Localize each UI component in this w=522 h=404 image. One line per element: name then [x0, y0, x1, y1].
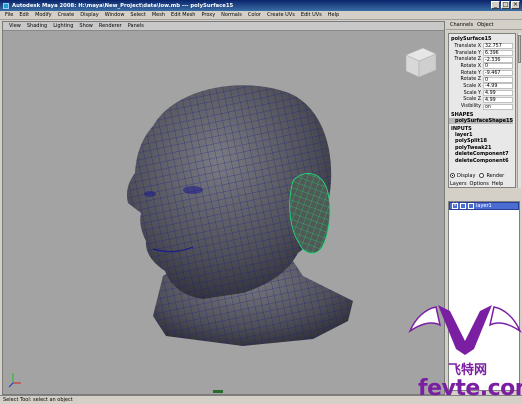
attr-row[interactable]: Translate Z -2.336: [449, 56, 515, 63]
attr-name: Rotate X: [460, 63, 481, 69]
main-menubar: File Edit Modify Create Display Window S…: [0, 11, 522, 20]
menu-normals[interactable]: Normals: [218, 12, 245, 18]
viewport-canvas[interactable]: [3, 31, 444, 395]
menu-file[interactable]: File: [2, 12, 16, 18]
menu-window[interactable]: Window: [102, 12, 128, 18]
view-cube-icon[interactable]: [405, 47, 437, 78]
attr-row[interactable]: Rotate X0: [449, 63, 515, 70]
tab-object[interactable]: Object: [475, 22, 495, 28]
watermark-logo: 飞特网 fevte.com: [408, 297, 522, 404]
menu-options[interactable]: Options: [470, 181, 489, 187]
shapes-heading: SHAPES: [451, 111, 474, 118]
scrollbar-thumb[interactable]: [518, 35, 521, 63]
perspective-viewport[interactable]: View Shading Lighting Show Renderer Pane…: [2, 21, 445, 395]
display-radio[interactable]: Display: [450, 173, 475, 179]
menu-create[interactable]: Create: [55, 12, 78, 18]
watermark-en-text: fevte.com: [418, 376, 522, 401]
attr-value[interactable]: 0: [483, 76, 513, 83]
attr-name: Visibility: [460, 104, 481, 110]
input-node[interactable]: deleteComponent6: [449, 158, 515, 165]
layer-color-swatch[interactable]: [468, 203, 474, 209]
attr-row[interactable]: Scale Y 4.99: [449, 90, 515, 97]
attr-row[interactable]: Visibility on: [449, 103, 515, 110]
status-text: Select Tool: select an object: [3, 397, 73, 403]
attr-value[interactable]: 0: [483, 63, 513, 70]
render-radio[interactable]: Render: [479, 173, 504, 179]
vp-menu-renderer[interactable]: Renderer: [96, 23, 125, 29]
menu-create-uvs[interactable]: Create UVs: [264, 12, 298, 18]
layer-name[interactable]: layer1: [476, 203, 492, 209]
radio-off-icon: [479, 173, 485, 178]
attr-row[interactable]: Rotate Y -9.467: [449, 70, 515, 77]
attr-value[interactable]: 4.99: [483, 96, 513, 103]
shape-node[interactable]: polySurfaceShape15: [449, 117, 513, 124]
layer-editor-menu: Layers Options Help: [448, 180, 520, 188]
display-radio-label: Display: [457, 172, 476, 179]
menu-edit[interactable]: Edit: [16, 12, 32, 18]
layer-row[interactable]: V layer1: [449, 202, 519, 210]
attr-row[interactable]: Translate Y 6.396: [449, 50, 515, 57]
viewport-menubar: View Shading Lighting Show Renderer Pane…: [3, 22, 444, 31]
maximize-button[interactable]: □: [501, 1, 510, 9]
attr-name: Scale X: [463, 83, 481, 89]
vp-menu-panels[interactable]: Panels: [125, 23, 147, 29]
layer-type-toggle[interactable]: [460, 203, 466, 209]
window-title: Autodesk Maya 2008: H:\maya\New_Project\…: [12, 2, 234, 9]
attr-name: Rotate Y: [460, 70, 481, 76]
channel-box-menu: Channels Object: [446, 21, 522, 30]
attr-value[interactable]: 4.99: [483, 90, 513, 97]
attr-row[interactable]: Translate X 32.757: [449, 43, 515, 50]
vp-menu-view[interactable]: View: [6, 23, 24, 29]
window-controls: _ □ ×: [491, 1, 520, 9]
inputs-heading: INPUTS: [451, 125, 472, 132]
menu-color[interactable]: Color: [245, 12, 264, 18]
channel-box-scrollbar[interactable]: [517, 33, 521, 188]
vp-menu-lighting[interactable]: Lighting: [50, 23, 76, 29]
channel-box: polySurface15 Translate X 32.757 Translat…: [448, 33, 516, 188]
attr-name: Scale Y: [463, 90, 481, 96]
attr-value[interactable]: on: [483, 103, 513, 110]
title-bar: Autodesk Maya 2008: H:\maya\New_Project\…: [0, 0, 522, 11]
menu-modify[interactable]: Modify: [32, 12, 55, 18]
attr-value[interactable]: 32.757: [483, 43, 513, 50]
attr-value[interactable]: -9.467: [483, 70, 513, 77]
minimize-button[interactable]: _: [491, 1, 500, 9]
frame-marker-icon: [213, 390, 223, 393]
layer-visibility-toggle[interactable]: V: [452, 203, 458, 209]
menu-display[interactable]: Display: [77, 12, 101, 18]
attr-name: Translate X: [454, 43, 481, 49]
attr-name: Translate Z: [454, 57, 481, 63]
attr-row[interactable]: Scale X -4.99: [449, 83, 515, 90]
attr-row[interactable]: Scale Z 4.99: [449, 96, 515, 104]
maya-app-icon: [3, 2, 9, 9]
tab-channels[interactable]: Channels: [448, 22, 475, 28]
attr-name: Scale Z: [463, 97, 481, 103]
menu-layer-help[interactable]: Help: [492, 181, 503, 187]
attr-value[interactable]: -2.336: [483, 56, 513, 63]
attr-name: Rotate Z: [460, 77, 481, 83]
menu-edit-mesh[interactable]: Edit Mesh: [168, 12, 198, 18]
vp-menu-show[interactable]: Show: [76, 23, 96, 29]
attr-value[interactable]: 6.396: [483, 50, 513, 57]
render-radio-label: Render: [486, 172, 505, 179]
menu-edit-uvs[interactable]: Edit UVs: [298, 12, 325, 18]
axis-gizmo-icon: [8, 373, 21, 388]
layer-mode-radios: Display Render: [448, 171, 520, 180]
menu-help[interactable]: Help: [325, 12, 342, 18]
radio-on-icon: [450, 173, 455, 178]
menu-layers[interactable]: Layers: [450, 181, 467, 187]
input-node[interactable]: deleteComponent7: [449, 151, 515, 158]
node-name: polySurface15: [451, 36, 492, 42]
attr-row[interactable]: Rotate Z0: [449, 76, 515, 83]
vp-menu-shading[interactable]: Shading: [24, 23, 50, 29]
menu-proxy[interactable]: Proxy: [198, 12, 218, 18]
menu-mesh[interactable]: Mesh: [149, 12, 168, 18]
attr-name: Translate Y: [454, 50, 481, 56]
menu-select[interactable]: Select: [127, 12, 148, 18]
close-button[interactable]: ×: [511, 1, 520, 9]
attr-value[interactable]: -4.99: [483, 83, 513, 90]
